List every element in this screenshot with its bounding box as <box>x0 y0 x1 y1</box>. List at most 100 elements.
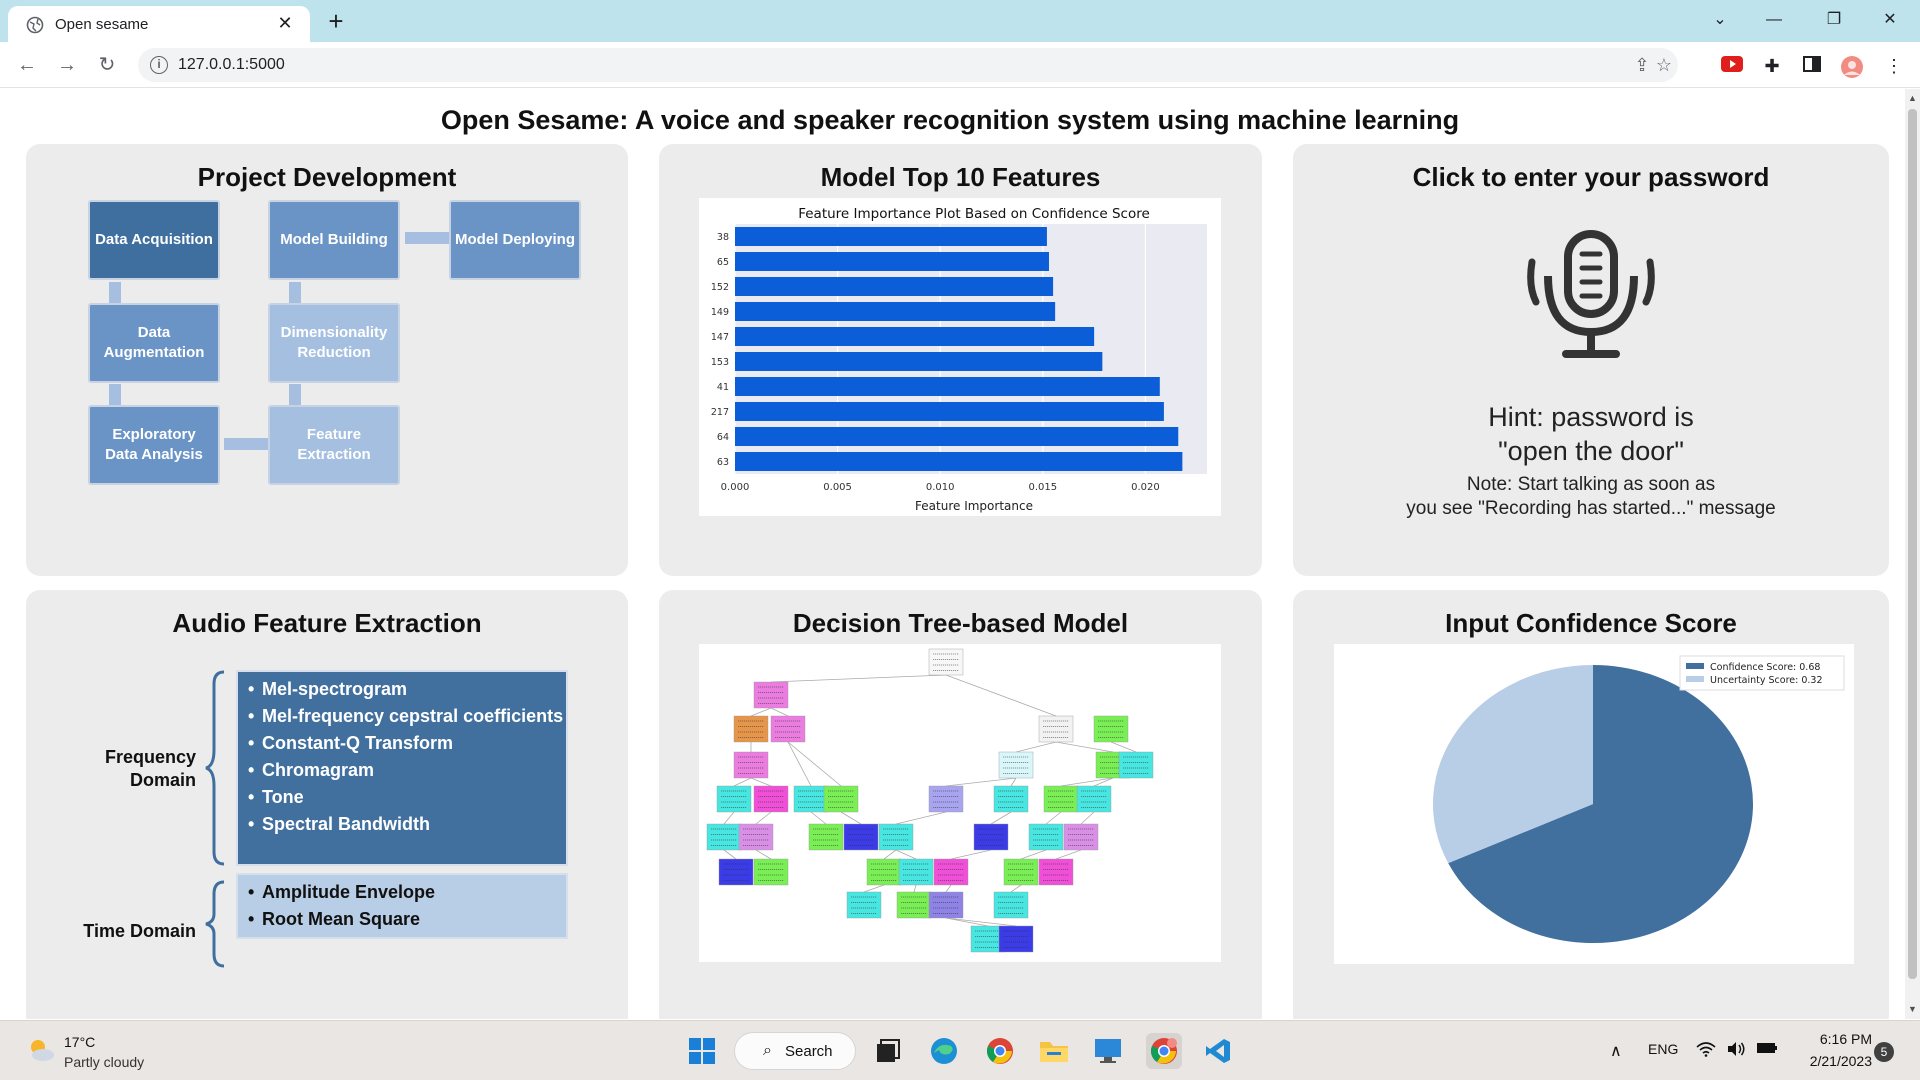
profile-avatar[interactable] <box>1840 56 1864 78</box>
chrome-active-icon[interactable] <box>1146 1033 1182 1069</box>
flow-connector <box>289 384 301 406</box>
decision-tree-panel: Decision Tree-based Model <box>659 590 1262 1019</box>
tree-edge <box>1015 741 1057 753</box>
weather-temperature[interactable]: 17°C <box>64 1034 95 1050</box>
tree-edge <box>913 884 917 893</box>
page-content: Open Sesame: A voice and speaker recogni… <box>0 89 1905 1019</box>
bar <box>735 252 1049 271</box>
decision-tree-diagram <box>699 644 1221 962</box>
file-explorer-icon[interactable] <box>1036 1033 1072 1069</box>
browser-menu-icon[interactable]: ⋮ <box>1882 56 1906 76</box>
tree-edge <box>750 777 772 787</box>
extensions-puzzle-icon[interactable]: ✚ <box>1760 56 1784 76</box>
back-icon[interactable]: ← <box>12 50 42 80</box>
tree-edge <box>895 849 917 860</box>
bar <box>735 427 1179 446</box>
notification-badge[interactable]: 5 <box>1874 1042 1894 1062</box>
chart-title: Feature Importance Plot Based on Confide… <box>798 206 1150 222</box>
taskbar-search[interactable]: ⌕ Search <box>734 1032 856 1070</box>
scroll-up-icon[interactable]: ▲ <box>1905 91 1920 106</box>
bar <box>735 277 1054 296</box>
feature-item: Amplitude Envelope <box>246 879 566 906</box>
scrollbar-thumb[interactable] <box>1908 109 1917 979</box>
remote-desktop-icon[interactable] <box>1090 1033 1126 1069</box>
tree-edge <box>1055 741 1114 753</box>
step-model-deploying: Model Deploying <box>449 200 581 280</box>
restore-button[interactable]: ❐ <box>1814 6 1854 34</box>
tree-node <box>928 891 964 919</box>
vscode-icon[interactable] <box>1200 1033 1236 1069</box>
address-bar[interactable]: i 127.0.0.1:5000 ⇪ ☆ <box>138 48 1678 82</box>
close-window-button[interactable]: ✕ <box>1870 6 1910 34</box>
tree-edge <box>945 674 1057 717</box>
microphone-icon <box>1527 230 1655 358</box>
tree-edge <box>950 849 992 860</box>
new-tab-button[interactable]: + <box>322 8 350 36</box>
y-tick-label: 64 <box>717 432 729 443</box>
tree-node <box>993 785 1029 813</box>
flow-connector <box>289 282 301 304</box>
page-scrollbar[interactable]: ▲ ▼ <box>1905 89 1920 1019</box>
task-view-icon[interactable] <box>870 1033 906 1069</box>
tree-edge <box>750 707 772 717</box>
y-tick-label: 147 <box>711 332 729 343</box>
battery-icon[interactable] <box>1756 1041 1778 1058</box>
reload-icon[interactable]: ↻ <box>92 50 122 80</box>
side-panel-icon[interactable] <box>1800 56 1824 76</box>
feature-item: Root Mean Square <box>246 906 566 933</box>
tree-edge <box>1010 777 1017 787</box>
tree-node <box>823 785 859 813</box>
forward-icon[interactable]: → <box>52 50 82 80</box>
y-tick-label: 63 <box>717 457 729 468</box>
bar <box>735 377 1160 396</box>
record-password-button[interactable] <box>1526 224 1656 364</box>
frequency-domain-label: Frequency Domain <box>104 747 196 790</box>
feature-importance-svg: Feature Importance Plot Based on Confide… <box>711 206 1207 513</box>
weather-condition[interactable]: Partly cloudy <box>64 1054 144 1070</box>
confidence-pie-svg: Confidence Score: 0.68 Uncertainty Score:… <box>1433 655 1845 943</box>
tree-edge <box>840 811 862 825</box>
browser-tab[interactable]: Open sesame ✕ <box>8 6 310 42</box>
page-title: Open Sesame: A voice and speaker recogni… <box>440 105 1460 135</box>
wifi-icon[interactable] <box>1696 1041 1716 1060</box>
feature-item: Mel-frequency cepstral coefficients <box>246 703 566 730</box>
scroll-down-icon[interactable]: ▼ <box>1905 1002 1920 1017</box>
edge-browser-icon[interactable] <box>926 1033 962 1069</box>
tree-node <box>1003 858 1039 886</box>
youtube-extension-icon[interactable] <box>1720 56 1744 76</box>
volume-icon[interactable] <box>1726 1041 1746 1060</box>
hint-line-2: "open the door" <box>1498 436 1684 466</box>
tree-node <box>1063 823 1099 851</box>
chrome-icon[interactable] <box>982 1033 1018 1069</box>
info-icon[interactable]: i <box>150 56 168 74</box>
tree-node <box>718 858 754 886</box>
tab-search-icon[interactable]: ⌄ <box>1700 6 1740 34</box>
clock-time[interactable]: 6:16 PM <box>1812 1031 1872 1047</box>
tree-node <box>1118 751 1154 779</box>
tree-node <box>1093 715 1129 743</box>
tree-node <box>706 823 742 851</box>
bar <box>735 227 1047 246</box>
bar <box>735 402 1164 421</box>
tree-node <box>998 751 1034 779</box>
show-hidden-icons-chevron-icon[interactable]: ∧ <box>1610 1041 1622 1061</box>
clock-date[interactable]: 2/21/2023 <box>1796 1053 1872 1069</box>
windows-start-icon[interactable] <box>684 1033 720 1069</box>
feature-item: Chromagram <box>246 757 566 784</box>
time-feature-list: Amplitude EnvelopeRoot Mean Square <box>238 875 566 933</box>
x-tick-label: 0.000 <box>721 482 750 493</box>
tree-node <box>896 891 932 919</box>
x-tick-label: 0.020 <box>1131 482 1160 493</box>
share-icon[interactable]: ⇪ <box>1632 55 1652 75</box>
y-tick-label: 38 <box>717 232 729 243</box>
weather-partly-cloudy-icon[interactable] <box>26 1035 56 1065</box>
minimize-button[interactable]: — <box>1754 6 1794 34</box>
confidence-panel: Input Confidence Score Confidence Score:… <box>1293 590 1889 1019</box>
feature-item: Mel-spectrogram <box>246 676 566 703</box>
close-tab-icon[interactable]: ✕ <box>274 12 296 34</box>
tree-edge <box>787 741 842 787</box>
audio-feature-extraction-panel: Audio Feature Extraction Frequency Domai… <box>26 590 628 1019</box>
input-language[interactable]: ENG <box>1648 1041 1678 1057</box>
bookmark-star-icon[interactable]: ☆ <box>1654 55 1674 75</box>
frequency-feature-list: Mel-spectrogramMel-frequency cepstral co… <box>238 672 566 838</box>
